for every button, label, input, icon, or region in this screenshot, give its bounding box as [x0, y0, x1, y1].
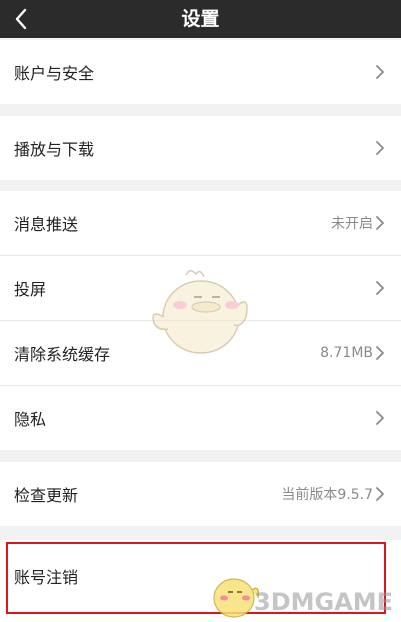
chevron-right-icon [376, 411, 384, 425]
settings-item-label: 检查更新 [14, 486, 79, 505]
chevron-right-icon [376, 346, 384, 360]
settings-item-push[interactable]: 消息推送 未开启 [0, 191, 401, 255]
settings-item-value: 未开启 [331, 216, 373, 232]
settings-item-value: 8.71MB [320, 345, 373, 361]
mascot-watermark-icon [152, 270, 248, 354]
top-bar: 设置 [0, 0, 401, 38]
settings-item-label: 播放与下载 [14, 140, 95, 159]
chevron-right-icon [376, 487, 384, 501]
chevron-right-icon [376, 141, 384, 155]
settings-item-label: 隐私 [14, 410, 47, 429]
settings-item-check-update[interactable]: 检查更新 当前版本9.5.7 [0, 462, 401, 526]
chevron-right-icon [376, 65, 384, 79]
settings-item-privacy[interactable]: 隐私 [0, 386, 401, 450]
watermark-text: 3DMGAME [254, 588, 394, 616]
chevron-right-icon [376, 216, 384, 230]
settings-item-label: 账号注销 [14, 568, 79, 587]
chevron-right-icon [376, 281, 384, 295]
settings-item-label: 账户与安全 [14, 64, 95, 83]
settings-item-label: 消息推送 [14, 215, 79, 234]
settings-item-value: 当前版本9.5.7 [281, 487, 373, 503]
settings-item-label: 清除系统缓存 [14, 345, 111, 364]
page-title: 设置 [181, 8, 220, 30]
settings-item-label: 投屏 [14, 280, 47, 299]
settings-item-playback-download[interactable]: 播放与下载 [0, 116, 401, 180]
settings-item-account-security[interactable]: 账户与安全 [0, 40, 401, 104]
